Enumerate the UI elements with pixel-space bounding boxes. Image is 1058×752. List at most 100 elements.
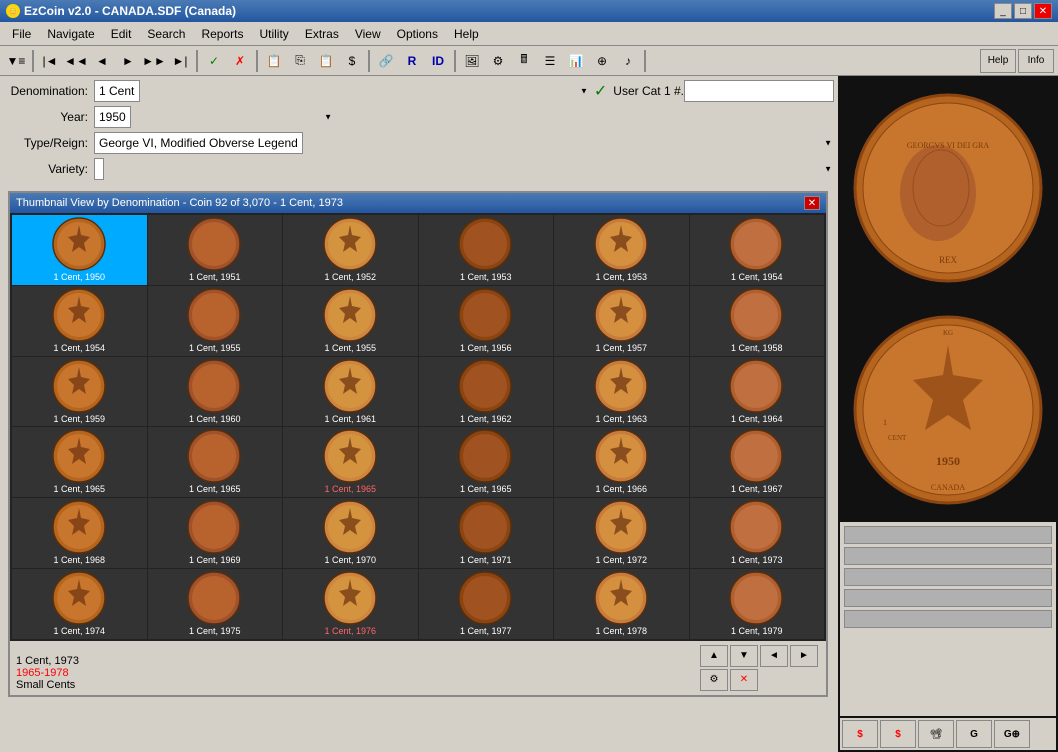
link-button[interactable]: 🔗 [374, 49, 398, 73]
thumbnail-coin-28[interactable]: 1 Cent, 1972 [554, 498, 689, 568]
thumbnail-coin-14[interactable]: 1 Cent, 1961 [283, 357, 418, 427]
thumbnail-coin-34[interactable]: 1 Cent, 1978 [554, 569, 689, 639]
thumbnail-coin-31[interactable]: 1 Cent, 1975 [148, 569, 283, 639]
list-button[interactable]: ☰ [538, 49, 562, 73]
rb-btn-4[interactable]: G [956, 720, 992, 748]
thumbnail-label-7: 1 Cent, 1955 [189, 343, 241, 354]
thumbnail-coin-4[interactable]: 1 Cent, 1953 [554, 215, 689, 285]
thumb-nav-x[interactable]: ✕ [730, 669, 758, 691]
copy-button[interactable]: ⎘ [288, 49, 312, 73]
thumbnail-coin-29[interactable]: 1 Cent, 1973 [690, 498, 825, 568]
rb-btn-5[interactable]: G⊕ [994, 720, 1030, 748]
thumbnail-coin-12[interactable]: 1 Cent, 1959 [12, 357, 147, 427]
menu-extras[interactable]: Extras [297, 25, 347, 43]
paste-button[interactable]: 📋 [314, 49, 338, 73]
right-bottom-buttons: $ $ 📽 G G⊕ [840, 718, 1056, 750]
thumbnail-coin-15[interactable]: 1 Cent, 1962 [419, 357, 554, 427]
thumbnail-close-button[interactable]: ✕ [804, 196, 820, 210]
thumb-nav-right[interactable]: ► [790, 645, 818, 667]
nav-prev[interactable]: ◄ [90, 49, 114, 73]
rb-btn-3[interactable]: 📽 [918, 720, 954, 748]
left-panel: Denomination: 1 Cent ▼ ✓ User Cat 1 #. Y… [0, 76, 838, 752]
nav-next-fast[interactable]: ►► [142, 49, 166, 73]
check-button[interactable]: ✓ [202, 49, 226, 73]
thumbnail-coin-2[interactable]: 1 Cent, 1952 [283, 215, 418, 285]
menu-utility[interactable]: Utility [251, 25, 296, 43]
variety-select[interactable] [94, 158, 104, 180]
extra-btn1[interactable]: ⊕ [590, 49, 614, 73]
dollar-button[interactable]: $ [340, 49, 364, 73]
thumbnail-coin-26[interactable]: 1 Cent, 1970 [283, 498, 418, 568]
title-bar: 🪙 EzCoin v2.0 - CANADA.SDF (Canada) _ □ … [0, 0, 1058, 22]
menu-options[interactable]: Options [389, 25, 446, 43]
minimize-button[interactable]: _ [994, 3, 1012, 19]
thumbnail-coin-7[interactable]: 1 Cent, 1955 [148, 286, 283, 356]
rb-btn-2[interactable]: $ [880, 720, 916, 748]
maximize-button[interactable]: □ [1014, 3, 1032, 19]
ref-button[interactable]: R [400, 49, 424, 73]
thumbnail-coin-3[interactable]: 1 Cent, 1953 [419, 215, 554, 285]
nav-first[interactable]: |◄ [38, 49, 62, 73]
edit-coin[interactable]: 📋 [262, 49, 286, 73]
svg-text:KG: KG [943, 329, 953, 337]
thumbnail-coin-10[interactable]: 1 Cent, 1957 [554, 286, 689, 356]
thumbnail-coin-21[interactable]: 1 Cent, 1965 [419, 427, 554, 497]
menu-search[interactable]: Search [139, 25, 193, 43]
filter-button[interactable]: ▼≡ [4, 49, 28, 73]
menu-help[interactable]: Help [446, 25, 487, 43]
menu-file[interactable]: File [4, 25, 39, 43]
thumbnail-coin-8[interactable]: 1 Cent, 1955 [283, 286, 418, 356]
coin-obverse-image: GEORGVS VI DEI GRA REX [853, 93, 1043, 283]
thumbnail-coin-6[interactable]: 1 Cent, 1954 [12, 286, 147, 356]
user-cat-input[interactable] [684, 80, 834, 102]
thumb-nav-tool[interactable]: ⚙ [700, 669, 728, 691]
thumbnail-coin-17[interactable]: 1 Cent, 1964 [690, 357, 825, 427]
thumbnail-coin-5[interactable]: 1 Cent, 1954 [690, 215, 825, 285]
thumbnail-coin-30[interactable]: 1 Cent, 1974 [12, 569, 147, 639]
thumbnail-coin-23[interactable]: 1 Cent, 1967 [690, 427, 825, 497]
thumb-nav-left[interactable]: ◄ [760, 645, 788, 667]
coin-set-button[interactable]: ⚙ [486, 49, 510, 73]
thumb-nav-down[interactable]: ▼ [730, 645, 758, 667]
rb-btn-1[interactable]: $ [842, 720, 878, 748]
thumbnail-coin-20[interactable]: 1 Cent, 1965 [283, 427, 418, 497]
menu-reports[interactable]: Reports [193, 25, 251, 43]
info-button[interactable]: Info [1018, 49, 1054, 73]
denomination-select[interactable]: 1 Cent [94, 80, 140, 102]
nav-last[interactable]: ►| [168, 49, 192, 73]
year-select[interactable]: 1950 [94, 106, 131, 128]
thumbnail-coin-0[interactable]: 1 Cent, 1950 [12, 215, 147, 285]
thumbnail-coin-1[interactable]: 1 Cent, 1951 [148, 215, 283, 285]
menu-navigate[interactable]: Navigate [39, 25, 102, 43]
id-button[interactable]: ID [426, 49, 450, 73]
thumbnail-coin-18[interactable]: 1 Cent, 1965 [12, 427, 147, 497]
nav-prev-fast[interactable]: ◄◄ [64, 49, 88, 73]
thumb-button[interactable]: 🖼 [460, 49, 484, 73]
thumbnail-coin-35[interactable]: 1 Cent, 1979 [690, 569, 825, 639]
thumbnail-coin-32[interactable]: 1 Cent, 1976 [283, 569, 418, 639]
thumbnail-coin-11[interactable]: 1 Cent, 1958 [690, 286, 825, 356]
nav-next[interactable]: ► [116, 49, 140, 73]
thumbnail-coin-25[interactable]: 1 Cent, 1969 [148, 498, 283, 568]
thumbnail-coin-16[interactable]: 1 Cent, 1963 [554, 357, 689, 427]
thumbnail-coin-9[interactable]: 1 Cent, 1956 [419, 286, 554, 356]
stats-button[interactable]: 📊 [564, 49, 588, 73]
thumbnail-coin-13[interactable]: 1 Cent, 1960 [148, 357, 283, 427]
help-button[interactable]: Help [980, 49, 1016, 73]
close-button[interactable]: ✕ [1034, 3, 1052, 19]
thumbnail-coin-33[interactable]: 1 Cent, 1977 [419, 569, 554, 639]
cross-button[interactable]: ✗ [228, 49, 252, 73]
right-field-2 [844, 547, 1052, 565]
thumbnail-coin-19[interactable]: 1 Cent, 1965 [148, 427, 283, 497]
thumbnail-coin-27[interactable]: 1 Cent, 1971 [419, 498, 554, 568]
menu-edit[interactable]: Edit [103, 25, 140, 43]
thumbnail-coin-22[interactable]: 1 Cent, 1966 [554, 427, 689, 497]
thumb-nav-up[interactable]: ▲ [700, 645, 728, 667]
type-select[interactable]: George VI, Modified Obverse Legend [94, 132, 303, 154]
thumbnail-label-2: 1 Cent, 1952 [324, 272, 376, 283]
calc-button[interactable]: 🖩 [512, 49, 536, 73]
extra-btn2[interactable]: ♪ [616, 49, 640, 73]
thumbnail-coin-24[interactable]: 1 Cent, 1968 [12, 498, 147, 568]
menu-view[interactable]: View [347, 25, 389, 43]
thumb-info-category: Small Cents [16, 679, 79, 691]
